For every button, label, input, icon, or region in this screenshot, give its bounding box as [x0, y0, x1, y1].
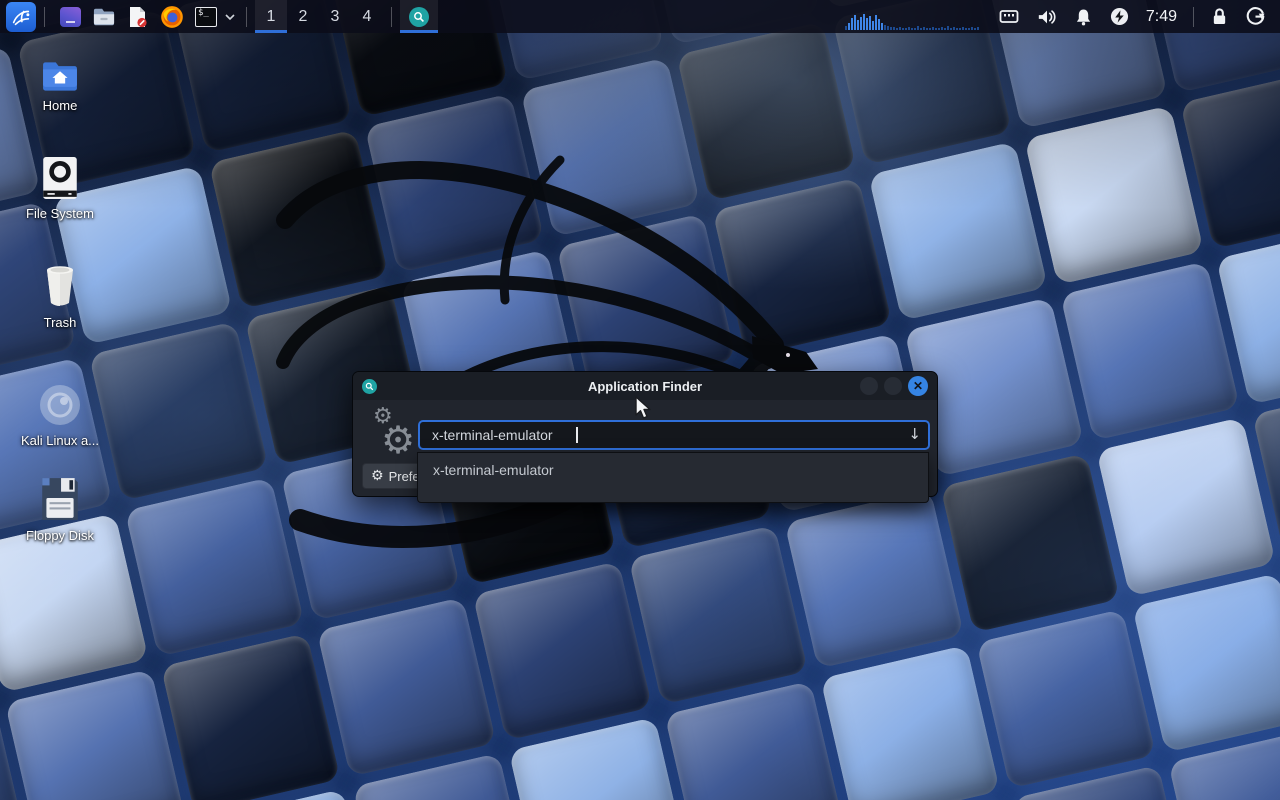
logout-icon[interactable]	[1246, 7, 1265, 26]
desktop-icon-label: Trash	[10, 315, 110, 330]
panel-separator	[391, 7, 392, 27]
large-gear-icon: ⚙	[381, 418, 415, 462]
launcher-firefox[interactable]	[159, 4, 185, 30]
workspace-1[interactable]: 1	[255, 0, 287, 33]
desktop-icon-file-system[interactable]: File System	[10, 156, 110, 221]
firefox-icon	[161, 6, 183, 28]
terminal-icon: $_	[195, 7, 217, 27]
close-button[interactable]: ✕	[908, 376, 928, 396]
category-gears-icon: ⚙ ⚙	[371, 404, 417, 462]
document-edit-icon	[128, 6, 148, 28]
search-icon	[365, 382, 374, 391]
clock[interactable]: 7:49	[1146, 8, 1177, 26]
completion-dropdown: x-terminal-emulator	[417, 452, 929, 503]
window-controls: ✕	[860, 376, 937, 396]
desktop-icon-label: Floppy Disk	[10, 528, 110, 543]
system-tray: 7:49	[845, 4, 1274, 30]
kali-docs-ghost-icon	[10, 383, 110, 427]
trash-bin-icon	[10, 263, 110, 309]
folder-icon	[93, 7, 115, 27]
panel-separator	[1193, 7, 1194, 27]
desktop-icon-home[interactable]: Home	[10, 60, 110, 113]
desktop-icon-label: File System	[10, 206, 110, 221]
desktop-icon-label: Kali Linux a...	[10, 433, 110, 448]
launcher-terminal[interactable]: $_	[193, 4, 219, 30]
home-folder-icon	[10, 60, 110, 92]
kali-menu-button[interactable]	[6, 2, 36, 32]
desktop-icon-floppy-disk[interactable]: Floppy Disk	[10, 476, 110, 543]
titlebar[interactable]: Application Finder ✕	[353, 372, 937, 400]
notification-bell-icon[interactable]	[1075, 8, 1092, 26]
application-finder-task-icon	[409, 7, 429, 27]
launcher-dropdown-chevron[interactable]	[224, 13, 236, 21]
floppy-disk-icon	[10, 476, 110, 522]
gear-icon: ⚙	[371, 468, 384, 484]
panel-separator	[246, 7, 247, 27]
search-icon	[413, 11, 425, 23]
network-icon[interactable]	[999, 9, 1019, 25]
kali-logo-icon	[10, 6, 32, 28]
power-manager-icon[interactable]	[1110, 7, 1129, 26]
panel-separator	[44, 7, 45, 27]
purple-app-icon	[60, 7, 81, 27]
application-finder-icon	[362, 379, 377, 394]
search-field-wrap: ↓	[418, 420, 930, 450]
cpu-graph[interactable]	[845, 4, 980, 30]
desktop-icon-trash[interactable]: Trash	[10, 263, 110, 330]
launcher-purple-app[interactable]	[57, 4, 83, 30]
lock-screen-icon[interactable]	[1211, 7, 1228, 26]
launcher-file-manager[interactable]	[91, 4, 117, 30]
desktop-screen: $_ 1 2 3 4	[0, 0, 1280, 800]
completion-item[interactable]: x-terminal-emulator	[418, 458, 928, 482]
workspace-2[interactable]: 2	[287, 0, 319, 33]
maximize-button[interactable]	[884, 377, 902, 395]
chevron-down-icon	[224, 13, 236, 21]
text-caret	[576, 427, 578, 443]
file-system-drive-icon	[10, 156, 110, 200]
search-input[interactable]	[418, 420, 930, 450]
volume-icon[interactable]	[1037, 8, 1057, 26]
top-panel: $_ 1 2 3 4	[0, 0, 1280, 33]
workspace-3[interactable]: 3	[319, 0, 351, 33]
workspace-4[interactable]: 4	[351, 0, 383, 33]
desktop-icon-label: Home	[10, 98, 110, 113]
window-title: Application Finder	[353, 379, 937, 394]
launcher-text-editor[interactable]	[125, 4, 151, 30]
minimize-button[interactable]	[860, 377, 878, 395]
taskbar-application-finder[interactable]	[400, 0, 438, 33]
desktop-icon-kali-linux[interactable]: Kali Linux a...	[10, 383, 110, 448]
